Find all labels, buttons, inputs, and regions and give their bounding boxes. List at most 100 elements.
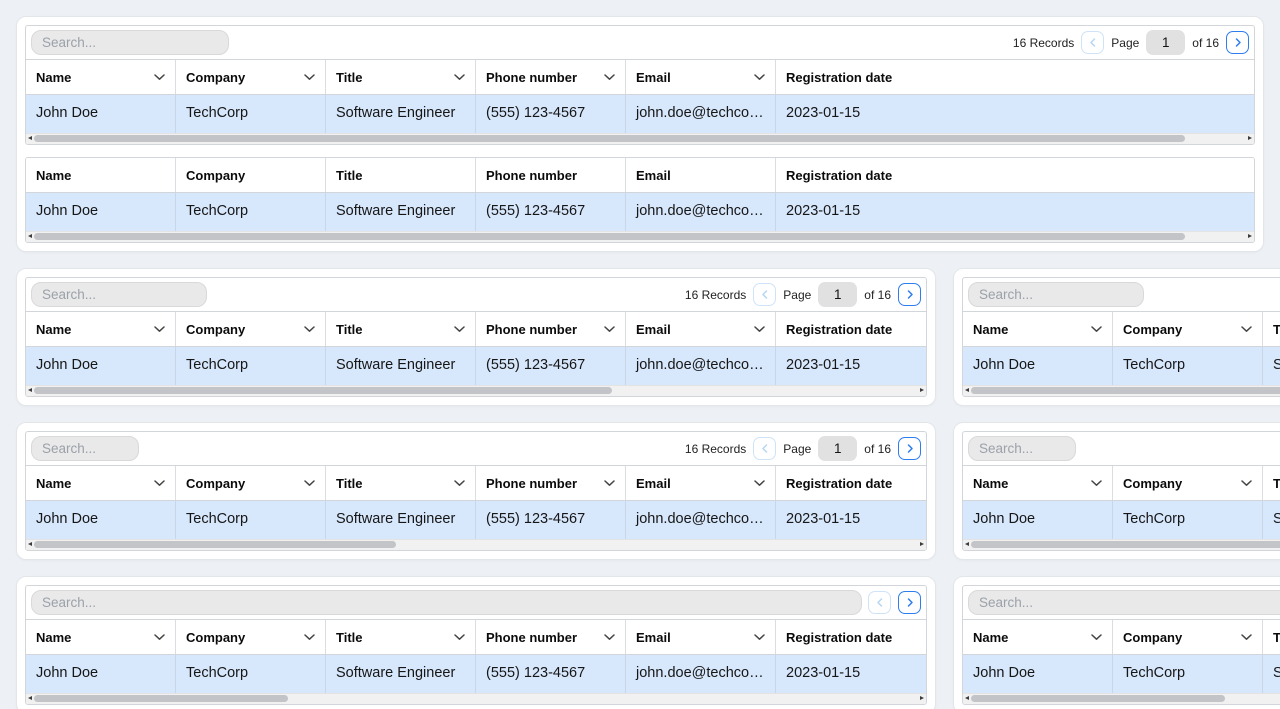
page-number-input[interactable] (1146, 30, 1185, 55)
horizontal-scrollbar[interactable] (26, 231, 1254, 242)
cell-company[interactable]: TechCorp (176, 193, 326, 231)
cell-phone-number[interactable]: (555) 123-4567 (476, 193, 626, 231)
cell-title[interactable]: Software Engineer (1263, 347, 1280, 385)
horizontal-scrollbar[interactable] (26, 385, 926, 396)
table-row[interactable]: John DoeTechCorpSoftware Engineer(555) 1… (26, 193, 1254, 231)
cell-name[interactable]: John Doe (26, 193, 176, 231)
column-header-title[interactable]: Title (1263, 312, 1280, 346)
search-input[interactable] (968, 282, 1144, 307)
cell-name[interactable]: John Doe (26, 347, 176, 385)
prev-page-button[interactable] (1081, 31, 1104, 54)
column-header-phone-number[interactable]: Phone number (476, 60, 626, 94)
column-header-company[interactable]: Company (176, 312, 326, 346)
table-row[interactable]: John DoeTechCorpSoftware Engineer(555) 1… (963, 501, 1280, 539)
horizontal-scrollbar[interactable] (963, 539, 1280, 550)
scrollbar-thumb[interactable] (34, 387, 612, 394)
arrow-left-icon[interactable] (28, 234, 32, 238)
cell-phone-number[interactable]: (555) 123-4567 (476, 95, 626, 133)
cell-name[interactable]: John Doe (26, 501, 176, 539)
column-header-email[interactable]: Email (626, 60, 776, 94)
page-number-input[interactable] (818, 436, 857, 461)
prev-page-button[interactable] (753, 283, 776, 306)
cell-phone-number[interactable]: (555) 123-4567 (476, 655, 626, 693)
cell-company[interactable]: TechCorp (1113, 501, 1263, 539)
cell-company[interactable]: TechCorp (1113, 347, 1263, 385)
cell-name[interactable]: John Doe (26, 655, 176, 693)
column-header-phone-number[interactable]: Phone number (476, 466, 626, 500)
column-header-name[interactable]: Name (26, 60, 176, 94)
search-input[interactable] (31, 436, 139, 461)
table-row[interactable]: John DoeTechCorpSoftware Engineer(555) 1… (963, 347, 1280, 385)
column-header-name[interactable]: Name (26, 312, 176, 346)
arrow-right-icon[interactable] (920, 696, 924, 700)
cell-registration-date[interactable]: 2023-01-15 (776, 347, 926, 385)
arrow-left-icon[interactable] (28, 542, 32, 546)
arrow-left-icon[interactable] (28, 136, 32, 140)
cell-registration-date[interactable]: 2023-01-15 (776, 193, 1254, 231)
column-header-email[interactable]: Email (626, 312, 776, 346)
arrow-left-icon[interactable] (28, 696, 32, 700)
arrow-right-icon[interactable] (920, 542, 924, 546)
column-header-name[interactable]: Name (963, 466, 1113, 500)
cell-company[interactable]: TechCorp (176, 347, 326, 385)
column-header-name[interactable]: Name (26, 466, 176, 500)
cell-email[interactable]: john.doe@techcor… (626, 347, 776, 385)
scrollbar-thumb[interactable] (34, 695, 288, 702)
column-header-phone-number[interactable]: Phone number (476, 312, 626, 346)
scrollbar-thumb[interactable] (971, 541, 1280, 548)
column-header-title[interactable]: Title (1263, 466, 1280, 500)
scrollbar-thumb[interactable] (34, 233, 1185, 240)
cell-name[interactable]: John Doe (963, 655, 1113, 693)
column-header-title[interactable]: Title (1263, 620, 1280, 654)
column-header-name[interactable]: Name (963, 620, 1113, 654)
column-header-name[interactable]: Name (963, 312, 1113, 346)
column-header-email[interactable]: Email (626, 620, 776, 654)
scrollbar-thumb[interactable] (971, 695, 1225, 702)
column-header-title[interactable]: Title (326, 60, 476, 94)
next-page-button[interactable] (898, 283, 921, 306)
cell-title[interactable]: Software Engineer (326, 655, 476, 693)
prev-page-button[interactable] (753, 437, 776, 460)
column-header-company[interactable]: Company (176, 620, 326, 654)
scrollbar-thumb[interactable] (34, 135, 1185, 142)
search-input[interactable] (968, 436, 1076, 461)
arrow-left-icon[interactable] (965, 388, 969, 392)
table-row[interactable]: John DoeTechCorpSoftware Engineer(555) 1… (26, 95, 1254, 133)
arrow-right-icon[interactable] (1248, 136, 1252, 140)
arrow-left-icon[interactable] (965, 542, 969, 546)
prev-page-button[interactable] (868, 591, 891, 614)
cell-email[interactable]: john.doe@techcor… (626, 95, 776, 133)
cell-title[interactable]: Software Engineer (326, 95, 476, 133)
next-page-button[interactable] (898, 437, 921, 460)
search-input[interactable] (31, 590, 862, 615)
column-header-company[interactable]: Company (176, 60, 326, 94)
arrow-left-icon[interactable] (28, 388, 32, 392)
cell-phone-number[interactable]: (555) 123-4567 (476, 347, 626, 385)
column-header-email[interactable]: Email (626, 466, 776, 500)
column-header-name[interactable]: Name (26, 620, 176, 654)
horizontal-scrollbar[interactable] (963, 693, 1280, 704)
column-header-company[interactable]: Company (1113, 466, 1263, 500)
search-input[interactable] (31, 282, 207, 307)
next-page-button[interactable] (1226, 31, 1249, 54)
cell-company[interactable]: TechCorp (176, 501, 326, 539)
cell-email[interactable]: john.doe@techcor… (626, 501, 776, 539)
scrollbar-thumb[interactable] (971, 387, 1280, 394)
column-header-company[interactable]: Company (1113, 312, 1263, 346)
cell-registration-date[interactable]: 2023-01-15 (776, 501, 926, 539)
arrow-left-icon[interactable] (965, 696, 969, 700)
cell-title[interactable]: Software Engineer (326, 193, 476, 231)
cell-title[interactable]: Software Engineer (326, 347, 476, 385)
cell-title[interactable]: Software Engineer (1263, 501, 1280, 539)
horizontal-scrollbar[interactable] (963, 385, 1280, 396)
cell-name[interactable]: John Doe (963, 501, 1113, 539)
page-number-input[interactable] (818, 282, 857, 307)
horizontal-scrollbar[interactable] (26, 133, 1254, 144)
cell-name[interactable]: John Doe (26, 95, 176, 133)
column-header-title[interactable]: Title (326, 620, 476, 654)
cell-phone-number[interactable]: (555) 123-4567 (476, 501, 626, 539)
arrow-right-icon[interactable] (920, 388, 924, 392)
table-row[interactable]: John DoeTechCorpSoftware Engineer(555) 1… (963, 655, 1280, 693)
column-header-phone-number[interactable]: Phone number (476, 620, 626, 654)
column-header-company[interactable]: Company (176, 466, 326, 500)
